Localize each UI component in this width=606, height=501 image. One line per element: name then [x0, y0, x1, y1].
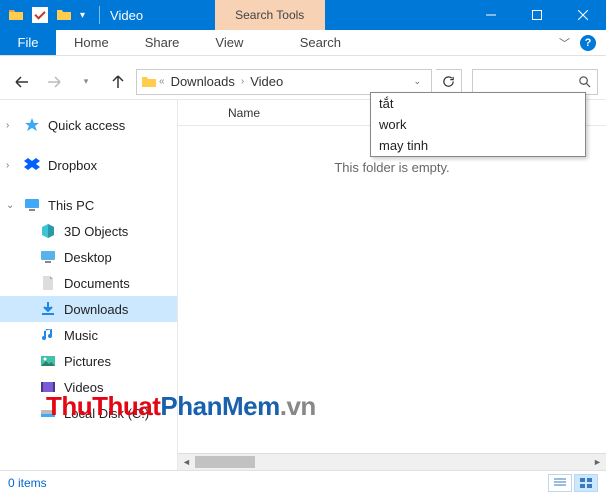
- ribbon-collapse-icon[interactable]: ﹀: [559, 35, 570, 51]
- back-button[interactable]: [8, 68, 36, 96]
- navitem-documents[interactable]: Documents: [0, 270, 177, 296]
- new-folder-icon[interactable]: [56, 7, 72, 23]
- minimize-button[interactable]: [468, 0, 514, 30]
- desktop-icon: [40, 249, 56, 265]
- navitem-desktop[interactable]: Desktop: [0, 244, 177, 270]
- navigation-pane: › Quick access › Dropbox ⌄ This PC 3D Ob…: [0, 100, 178, 470]
- label: Desktop: [64, 250, 112, 265]
- scroll-thumb[interactable]: [195, 456, 255, 468]
- navitem-local-disk-c[interactable]: Local Disk (C:): [0, 400, 177, 426]
- scroll-left-icon[interactable]: ◄: [178, 454, 195, 470]
- this-pc-icon: [24, 197, 40, 213]
- scroll-right-icon[interactable]: ►: [589, 454, 606, 470]
- navitem-pictures[interactable]: Pictures: [0, 348, 177, 374]
- cube-icon: [40, 223, 56, 239]
- title-bar: ▾ Video Search Tools: [0, 0, 606, 30]
- pictures-icon: [40, 353, 56, 369]
- videos-icon: [40, 379, 56, 395]
- item-count: 0 items: [8, 476, 47, 490]
- status-bar: 0 items: [0, 470, 606, 494]
- label: Downloads: [64, 302, 128, 317]
- label: This PC: [48, 198, 94, 213]
- label: Quick access: [48, 118, 125, 133]
- tab-share[interactable]: Share: [127, 30, 198, 55]
- breadcrumb-video[interactable]: Video: [246, 74, 287, 89]
- tab-search[interactable]: Search: [265, 30, 375, 55]
- suggestion-item[interactable]: may tinh: [371, 135, 585, 156]
- suggestion-item[interactable]: work: [371, 114, 585, 135]
- navitem-quick-access[interactable]: › Quick access: [0, 112, 177, 138]
- navitem-3d-objects[interactable]: 3D Objects: [0, 218, 177, 244]
- navitem-dropbox[interactable]: › Dropbox: [0, 152, 177, 178]
- chevron-right-icon[interactable]: ›: [241, 76, 244, 87]
- quick-access-toolbar: ▾: [0, 7, 93, 23]
- properties-icon[interactable]: [32, 7, 48, 23]
- search-input[interactable]: [472, 69, 598, 95]
- star-icon: [24, 117, 40, 133]
- disk-icon: [40, 405, 56, 421]
- contextual-tab-search-tools[interactable]: Search Tools: [215, 0, 325, 30]
- forward-button[interactable]: [40, 68, 68, 96]
- close-button[interactable]: [560, 0, 606, 30]
- label: Dropbox: [48, 158, 97, 173]
- recent-locations-button[interactable]: ▾: [72, 68, 100, 96]
- folder-icon: [8, 7, 24, 23]
- navitem-downloads[interactable]: Downloads: [0, 296, 177, 322]
- details-view-button[interactable]: [548, 474, 572, 492]
- folder-icon: [141, 74, 157, 90]
- suggestion-item[interactable]: tắt: [371, 93, 585, 114]
- navitem-videos[interactable]: Videos: [0, 374, 177, 400]
- window-title: Video: [106, 8, 143, 23]
- refresh-button[interactable]: [436, 69, 462, 95]
- label: Pictures: [64, 354, 111, 369]
- chevron-right-icon[interactable]: ›: [6, 120, 9, 131]
- label: Videos: [64, 380, 104, 395]
- label: Local Disk (C:): [64, 406, 149, 421]
- music-icon: [40, 327, 56, 343]
- documents-icon: [40, 275, 56, 291]
- download-icon: [40, 301, 56, 317]
- help-icon[interactable]: ?: [580, 35, 596, 51]
- maximize-button[interactable]: [514, 0, 560, 30]
- up-button[interactable]: [104, 68, 132, 96]
- chevron-right-icon[interactable]: ›: [6, 160, 9, 171]
- ribbon-tabs: File Home Share View Search ﹀ ?: [0, 30, 606, 56]
- search-icon: [578, 75, 591, 88]
- navitem-music[interactable]: Music: [0, 322, 177, 348]
- label: Documents: [64, 276, 130, 291]
- address-dropdown-icon[interactable]: ⌄: [407, 76, 427, 87]
- search-suggestions-dropdown: tắt work may tinh: [370, 92, 586, 157]
- tab-home[interactable]: Home: [56, 30, 127, 55]
- horizontal-scrollbar[interactable]: ◄ ►: [178, 453, 606, 470]
- thumbnails-view-button[interactable]: [574, 474, 598, 492]
- tab-view[interactable]: View: [197, 30, 261, 55]
- label: 3D Objects: [64, 224, 128, 239]
- dropbox-icon: [24, 157, 40, 173]
- label: Music: [64, 328, 98, 343]
- breadcrumb-downloads[interactable]: Downloads: [167, 74, 239, 89]
- breadcrumb-separator[interactable]: «: [159, 76, 165, 87]
- file-tab[interactable]: File: [0, 30, 56, 55]
- navitem-this-pc[interactable]: ⌄ This PC: [0, 192, 177, 218]
- chevron-down-icon[interactable]: ⌄: [6, 200, 14, 211]
- divider: [99, 6, 100, 24]
- qat-dropdown-icon[interactable]: ▾: [80, 10, 85, 21]
- address-bar[interactable]: « Downloads › Video ⌄: [136, 69, 432, 95]
